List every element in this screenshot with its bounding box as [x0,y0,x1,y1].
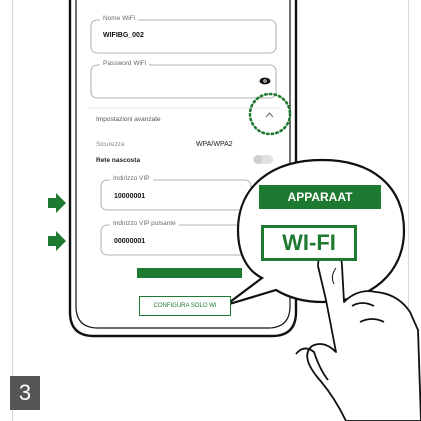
vip-label: Indirizzo VIP [110,175,153,183]
password-label: Password WiFi [100,60,150,68]
security-label: Sicurezza [96,141,125,148]
advanced-settings-toggle-button[interactable] [261,106,279,122]
ssid-label: Nome WiFi [100,15,139,23]
vip-button-label: Indirizzo VIP pulsante [110,220,179,228]
show-password-button[interactable] [257,74,273,88]
hidden-network-label: Rete nascosta [96,157,141,164]
ssid-input[interactable]: WIFIBG_002 [103,31,144,40]
illustration-svg [48,0,421,421]
arrow-right-icon-2 [48,231,66,251]
advanced-settings-label: Impostazioni avanzate [96,116,161,123]
appliance-badge: APPARAAT [259,185,381,209]
security-select[interactable]: WPA/WPA2 [196,141,233,149]
password-input[interactable] [94,72,254,94]
vip-input[interactable]: 10000001 [114,192,145,201]
wifi-badge: WI-FI [261,225,357,261]
vip-button-input[interactable]: 00000001 [114,237,145,246]
green-bar [137,268,242,278]
configure-wifi-only-button[interactable]: CONFIGURA SOLO WI [139,296,231,316]
hidden-network-switch[interactable] [252,153,274,165]
arrow-right-icon-1 [48,193,66,213]
step-number: 3 [10,376,40,410]
